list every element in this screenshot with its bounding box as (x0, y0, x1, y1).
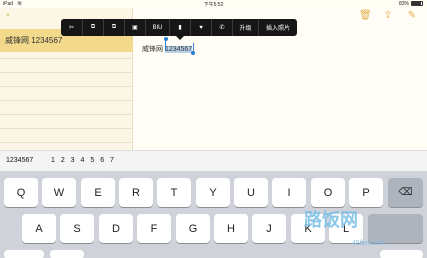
note-text[interactable]: 威锋网 1234567 (142, 44, 193, 54)
paste-icon[interactable]: ▣ (125, 19, 146, 36)
clock: 下午5:52 (203, 2, 224, 8)
key-h[interactable]: H (214, 214, 248, 243)
key-u[interactable]: U (234, 178, 268, 207)
key-e[interactable]: E (81, 178, 115, 207)
biu-button[interactable]: BIU (146, 19, 170, 36)
watermark-logo: 路饭网 (304, 210, 358, 230)
key-q[interactable]: Q (4, 178, 38, 207)
key-p[interactable]: P (349, 178, 383, 207)
selection-handle-end[interactable] (191, 51, 195, 55)
note-text-selected[interactable]: 1234567 (164, 46, 193, 53)
key-d[interactable]: D (99, 214, 133, 243)
typed-text[interactable]: 1234567 (6, 157, 33, 164)
heart-icon[interactable]: ♥ (191, 19, 212, 36)
key-s[interactable]: S (60, 214, 94, 243)
key-a[interactable]: A (22, 214, 56, 243)
cut-icon[interactable]: ✂ (61, 19, 83, 36)
key-f[interactable]: F (137, 214, 171, 243)
compose-icon[interactable]: ✎ (406, 10, 418, 22)
key-r[interactable]: R (119, 178, 153, 207)
key-z[interactable] (50, 250, 84, 258)
divider (0, 72, 133, 73)
battery-icon (411, 1, 423, 6)
key-y[interactable]: Y (196, 178, 230, 207)
upgrade-button[interactable]: 升级 (233, 19, 259, 36)
divider (0, 58, 133, 59)
key-g[interactable]: G (176, 214, 210, 243)
watermark-url: 45fan.com (352, 240, 385, 247)
divider (0, 114, 133, 115)
key-j[interactable]: J (252, 214, 286, 243)
key-i[interactable]: I (272, 178, 306, 207)
status-bar: iPad ≋ 下午5:52 83% (0, 0, 427, 8)
note-text-plain: 威锋网 (142, 46, 165, 53)
copy-icon[interactable]: ⧉ (83, 19, 104, 36)
shift-key[interactable] (4, 250, 44, 258)
divider (0, 100, 133, 101)
copy-format-icon[interactable]: ⧉ (104, 19, 125, 36)
trash-icon[interactable]: 🗑 (359, 10, 372, 22)
key-w[interactable]: W (42, 178, 76, 207)
menu-pointer (176, 36, 184, 40)
search-icon[interactable]: ⌕ (6, 12, 10, 19)
key-t[interactable]: T (157, 178, 191, 207)
divider (0, 142, 133, 143)
candidate-list[interactable]: 1 2 3 4 5 6 7 (51, 157, 116, 164)
divider (0, 128, 133, 129)
shift-key-right[interactable] (380, 250, 423, 258)
edit-menu: ✂ ⧉ ⧉ ▣ BIU ▮ ♥ ✆ 升级 插入照片 (61, 19, 297, 36)
share-icon[interactable]: ⇪ (382, 10, 394, 22)
return-key[interactable] (368, 214, 423, 243)
battery-percent: 83% (398, 1, 409, 7)
key-o[interactable]: O (311, 178, 345, 207)
document-icon[interactable]: ▮ (170, 19, 191, 36)
phone-icon[interactable]: ✆ (212, 19, 233, 36)
backspace-icon[interactable]: ⌫ (388, 178, 423, 207)
sidebar-toolbar: ⌕ (6, 12, 10, 20)
note-title: 威锋网 1234567 (5, 36, 63, 45)
divider (0, 86, 133, 87)
insert-image-button[interactable]: 插入照片 (259, 19, 297, 36)
selection-caret-start (165, 41, 166, 51)
prediction-bar: 1234567 1 2 3 4 5 6 7 (0, 150, 427, 171)
